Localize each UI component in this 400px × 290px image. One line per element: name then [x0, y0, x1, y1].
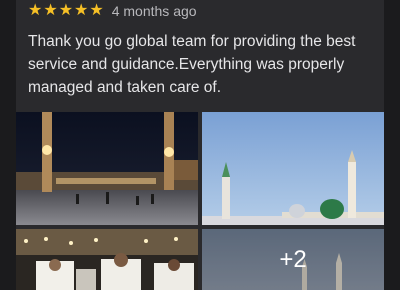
star-icon: ★	[58, 2, 74, 19]
review-card: ★ ★ ★ ★ ★ 4 months ago Thank you go glob…	[16, 0, 384, 290]
photo-2-image	[202, 112, 384, 225]
more-photos-overlay[interactable]: +2	[202, 229, 384, 290]
photo-1-image	[16, 112, 198, 225]
rating-row: ★ ★ ★ ★ ★ 4 months ago	[28, 1, 197, 21]
star-icon: ★	[89, 2, 104, 19]
review-photo-2[interactable]	[202, 112, 384, 225]
star-rating: ★ ★ ★ ★ ★	[28, 2, 104, 20]
review-photo-1[interactable]	[16, 112, 198, 225]
star-icon: ★	[43, 2, 58, 19]
review-text: Thank you go global team for providing t…	[28, 33, 356, 96]
star-icon: ★	[28, 2, 43, 19]
review-photo-4[interactable]: +2	[202, 229, 384, 290]
more-photos-count: +2	[279, 245, 307, 273]
photo-3-image	[16, 229, 198, 290]
star-icon: ★	[74, 2, 89, 19]
review-time: 4 months ago	[111, 3, 197, 19]
review-photo-3[interactable]	[16, 229, 198, 290]
